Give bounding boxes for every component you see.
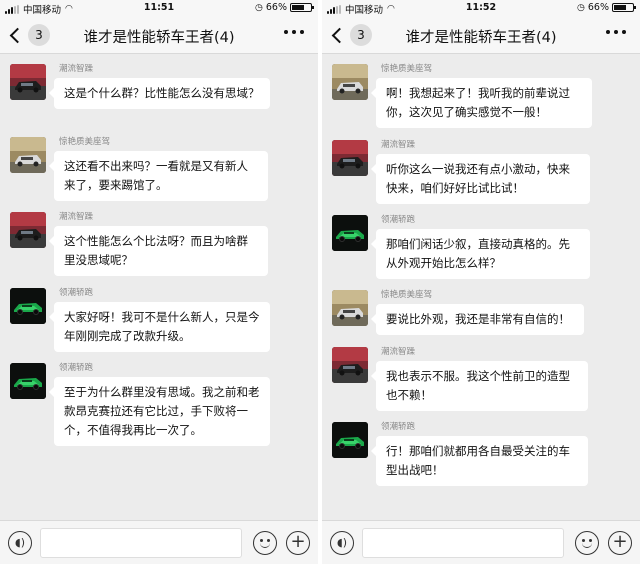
- sender-name: 潮流智躁: [59, 212, 94, 222]
- input-bar: ◖) +: [322, 520, 640, 564]
- status-bar: 中国移动 ◠ 11:52 ◷ 66%: [322, 0, 640, 16]
- plus-icon[interactable]: +: [608, 531, 632, 555]
- more-dots-icon[interactable]: [280, 30, 304, 34]
- chat-title: 谁才是性能轿车王者(4): [405, 30, 557, 46]
- message-input[interactable]: [362, 528, 564, 558]
- battery-icon: [290, 3, 314, 12]
- message-list[interactable]: 惊艳质美座驾 啊！我想起来了！我听我的前辈说过你，这次见了确实感觉不一般！ 潮流…: [322, 54, 640, 520]
- message-bubble[interactable]: 至于为什么群里没有思域。我之前和老款昂克赛拉还有它比过，手下败将一个，不值得我再…: [49, 377, 270, 446]
- chat-title: 谁才是性能轿车王者(4): [83, 30, 235, 46]
- avatar-sedan-dark[interactable]: [332, 347, 368, 383]
- emoji-icon[interactable]: [575, 531, 599, 555]
- message-bubble[interactable]: 大家好呀！我可不是什么新人，只是今年刚刚完成了改款升级。: [49, 302, 270, 352]
- chat-screen-left: 中国移动 ◠ 11:51 ◷ 66% 3 谁才是性能轿车王者(4) 潮流智躁 这…: [0, 0, 318, 564]
- status-right: ◷ 66%: [255, 2, 314, 13]
- chat-header: 3 谁才是性能轿车王者(4): [322, 16, 640, 54]
- sender-name: 惊艳质美座驾: [59, 137, 111, 147]
- avatar-sedan-silver[interactable]: [332, 290, 368, 326]
- sender-name: 潮流智躁: [59, 64, 94, 74]
- battery-percent: 66%: [587, 2, 609, 13]
- battery-fill: [292, 5, 304, 10]
- voice-icon[interactable]: ◖): [330, 531, 354, 555]
- avatar-sedan-green[interactable]: [10, 288, 46, 324]
- sender-name: 领潮轿跑: [381, 422, 416, 432]
- status-bar: 中国移动 ◠ 11:51 ◷ 66%: [0, 0, 318, 16]
- plus-icon[interactable]: +: [286, 531, 310, 555]
- chat-header: 3 谁才是性能轿车王者(4): [0, 16, 318, 54]
- avatar-sedan-green[interactable]: [10, 363, 46, 399]
- sender-name: 潮流智躁: [381, 140, 416, 150]
- voice-icon[interactable]: ◖): [8, 531, 32, 555]
- message-bubble[interactable]: 我也表示不服。我这个性前卫的造型也不赖！: [371, 361, 588, 411]
- sender-name: 领潮轿跑: [381, 215, 416, 225]
- battery-percent: 66%: [265, 2, 287, 13]
- avatar-sedan-green[interactable]: [332, 215, 368, 251]
- sender-name: 惊艳质美座驾: [381, 64, 433, 74]
- sender-name: 领潮轿跑: [59, 363, 94, 373]
- battery-fill: [614, 5, 626, 10]
- alarm-icon: ◷: [577, 2, 585, 13]
- avatar-sedan-green[interactable]: [332, 422, 368, 458]
- status-right: ◷ 66%: [577, 2, 636, 13]
- battery-icon: [612, 3, 636, 12]
- message-bubble[interactable]: 这个性能怎么个比法呀？而且为啥群里没思域呢？: [49, 226, 268, 276]
- alarm-icon: ◷: [255, 2, 263, 13]
- avatar-sedan-dark[interactable]: [332, 140, 368, 176]
- sender-name: 领潮轿跑: [59, 288, 94, 298]
- message-bubble[interactable]: 行！那咱们就都用各自最受关注的车型出战吧！: [371, 436, 588, 486]
- avatar-sedan-silver[interactable]: [332, 64, 368, 100]
- message-input[interactable]: [40, 528, 242, 558]
- sender-name: 惊艳质美座驾: [381, 290, 433, 300]
- message-bubble[interactable]: 啊！我想起来了！我听我的前辈说过你，这次见了确实感觉不一般！: [371, 78, 592, 128]
- message-bubble[interactable]: 听你这么一说我还有点小激动，快来快来，咱们好好比试比试！: [371, 154, 590, 204]
- avatar-sedan-silver[interactable]: [10, 137, 46, 173]
- more-dots-icon[interactable]: [602, 30, 626, 34]
- message-bubble[interactable]: 这是个什么群？比性能怎么没有思域？: [49, 78, 270, 109]
- message-list[interactable]: 潮流智躁 这是个什么群？比性能怎么没有思域？ 惊艳质美座驾 这还看不出来吗？一看…: [0, 54, 318, 520]
- avatar-sedan-dark[interactable]: [10, 212, 46, 248]
- message-bubble[interactable]: 这还看不出来吗？一看就是又有新人来了，要来踢馆了。: [49, 151, 268, 201]
- message-bubble[interactable]: 那咱们闲话少叙，直接动真格的。先从外观开始比怎么样？: [371, 229, 590, 279]
- avatar-sedan-dark[interactable]: [10, 64, 46, 100]
- input-bar: ◖) +: [0, 520, 318, 564]
- message-bubble[interactable]: 要说比外观，我还是非常有自信的！: [371, 304, 584, 335]
- emoji-icon[interactable]: [253, 531, 277, 555]
- chat-screen-right: 中国移动 ◠ 11:52 ◷ 66% 3 谁才是性能轿车王者(4) 惊艳质美座驾…: [322, 0, 640, 564]
- sender-name: 潮流智躁: [381, 347, 416, 357]
